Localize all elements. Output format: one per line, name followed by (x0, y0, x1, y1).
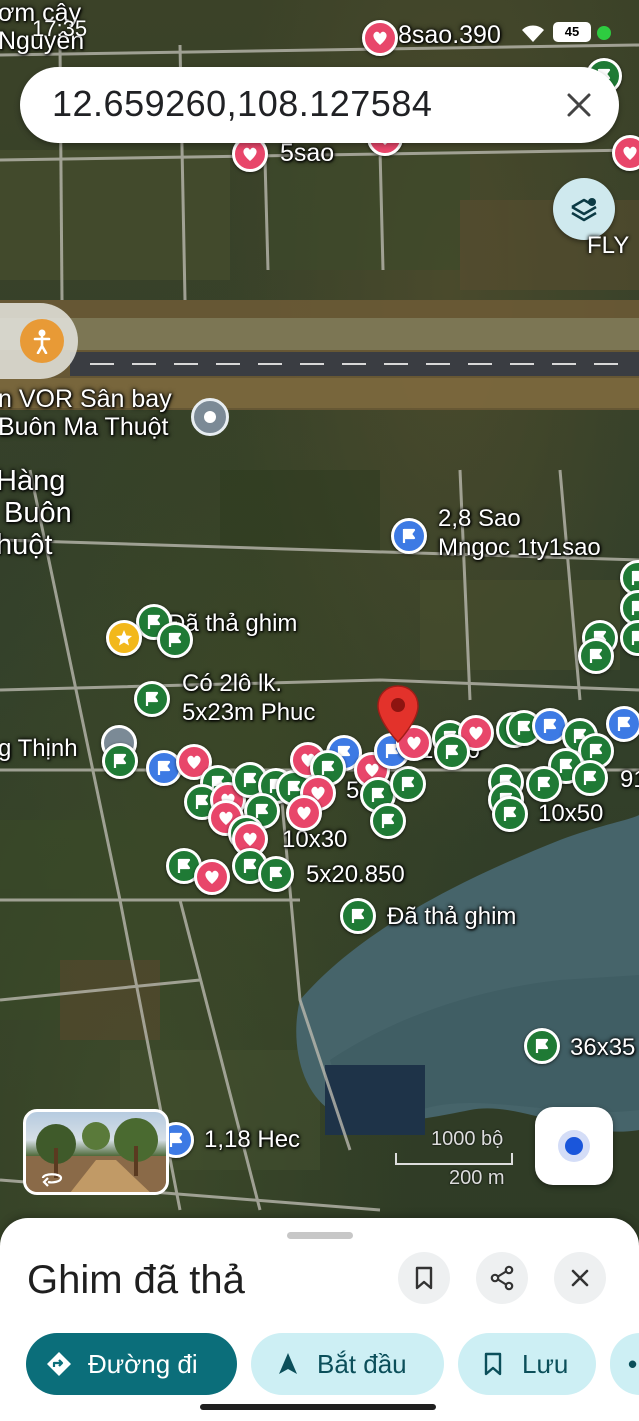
favorite-heart-pin[interactable] (194, 859, 230, 895)
status-time: 17:35 (32, 16, 88, 41)
pin-label: Đã thả ghim (387, 903, 517, 930)
saved-flag-pin[interactable] (524, 1028, 560, 1064)
bookmark-button[interactable] (398, 1252, 450, 1304)
pin-label: 1,18 Hec (204, 1126, 301, 1153)
search-input[interactable]: 12.659260,108.127584 (52, 83, 432, 125)
directions-button[interactable]: Đường đi (26, 1333, 237, 1395)
pin-label: g Thịnh (0, 735, 78, 762)
scale-imperial: 1000 bộ (431, 1128, 504, 1150)
status-dot (597, 26, 611, 40)
more-icon: • (628, 1348, 638, 1379)
place-label: n VOR Sân bay Buôn Ma Thuột (0, 385, 172, 441)
pegman-icon (20, 319, 64, 363)
directions-label: Đường đi (88, 1348, 198, 1379)
close-icon[interactable] (561, 87, 597, 123)
scale-metric: 200 m (449, 1167, 505, 1189)
saved-flag-pin[interactable] (578, 638, 614, 674)
sheet-title: Ghim đã thả (27, 1258, 245, 1302)
saved-flag-pin[interactable] (340, 898, 376, 934)
place-label: Hàng Buôn huột (0, 465, 72, 561)
pin-label: Có 2lô lk. 5x23m Phuc (182, 670, 316, 726)
status-bar: 17:35 45 (0, 14, 639, 54)
street-view-button[interactable] (0, 303, 78, 379)
map-scale: 1000 bộ 200 m (395, 1128, 513, 1190)
start-navigation-button[interactable]: Bắt đầu (251, 1333, 444, 1395)
battery-indicator: 45 (553, 22, 591, 42)
saved-flag-pin[interactable] (258, 856, 294, 892)
rotate-360-icon (41, 1173, 63, 1187)
favorite-heart-pin[interactable] (286, 795, 322, 831)
navigation-arrow-icon (279, 1353, 297, 1374)
place-marker[interactable] (191, 398, 229, 436)
pin-label: 36x35 (570, 1034, 636, 1061)
close-sheet-button[interactable] (554, 1252, 606, 1304)
saved-flag-pin[interactable] (434, 734, 470, 770)
pin-label: 5x20.850 (306, 861, 405, 888)
layers-icon (571, 198, 597, 222)
drag-handle[interactable] (287, 1232, 353, 1239)
home-indicator[interactable] (200, 1404, 436, 1410)
search-bar[interactable]: 12.659260,108.127584 (20, 67, 619, 143)
my-location-button[interactable] (535, 1107, 613, 1185)
saved-flag-pin[interactable] (370, 803, 406, 839)
directions-icon (47, 1352, 71, 1376)
bookmark-icon (415, 1266, 433, 1290)
saved-flag-pin[interactable] (134, 681, 170, 717)
pin-label: 91 (620, 766, 639, 793)
share-icon (490, 1265, 514, 1291)
my-location-icon (565, 1137, 583, 1155)
layers-button[interactable] (553, 178, 615, 240)
pin-label: 2,8 Sao Mngoc 1ty1sao (438, 505, 601, 561)
share-button[interactable] (476, 1252, 528, 1304)
save-label: Lưu (522, 1348, 569, 1379)
layer-name-label: FLY (587, 232, 630, 259)
saved-flag-pin[interactable] (526, 766, 562, 802)
bookmark-icon (484, 1352, 502, 1376)
pin-label: 10x50 (538, 800, 604, 827)
save-button[interactable]: Lưu (458, 1333, 596, 1395)
saved-flag-pin[interactable] (102, 743, 138, 779)
start-label: Bắt đầu (317, 1348, 407, 1379)
close-icon (571, 1269, 589, 1287)
saved-flag-pin[interactable] (157, 622, 193, 658)
saved-flag-pin[interactable] (390, 766, 426, 802)
pin-label: 10x30 (282, 826, 348, 853)
want-to-go-pin[interactable] (391, 518, 427, 554)
bottom-sheet[interactable]: Ghim đã thả Đường đi Bắt đầu Lưu • (0, 1218, 639, 1421)
wifi-icon (522, 25, 544, 42)
map-view[interactable]: ơm cây Nguyên 8sao.390 5sao n VOR Sân ba… (0, 0, 639, 1421)
saved-flag-pin[interactable] (492, 796, 528, 832)
want-to-go-pin[interactable] (606, 706, 639, 742)
starred-pin[interactable] (106, 620, 142, 656)
dropped-pin-marker[interactable] (376, 684, 420, 744)
street-view-thumbnail[interactable] (23, 1109, 169, 1195)
more-actions-button[interactable]: • (610, 1333, 639, 1395)
saved-flag-pin[interactable] (572, 760, 608, 796)
pin-label: 5sao (280, 139, 335, 167)
